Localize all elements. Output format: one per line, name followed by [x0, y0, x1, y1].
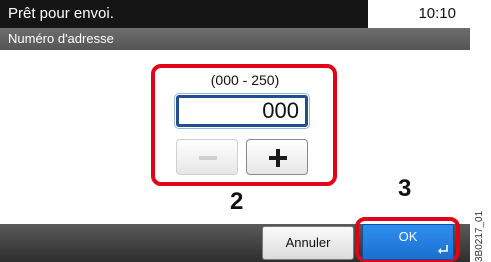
- ok-button[interactable]: OK: [362, 224, 454, 260]
- status-time: 10:10: [368, 0, 470, 28]
- panel-screen: Prêt pour envoi. 10:10 Numéro d'adresse …: [0, 0, 470, 262]
- increment-button[interactable]: [246, 139, 308, 175]
- enter-arrow-icon: [438, 245, 448, 254]
- decrement-button[interactable]: [176, 139, 238, 175]
- status-bar: Prêt pour envoi. 10:10: [0, 0, 470, 28]
- range-label: (000 - 250): [210, 72, 280, 88]
- cancel-button[interactable]: Annuler: [262, 226, 354, 260]
- figure-code: 3B0217_01: [474, 210, 485, 262]
- status-message: Prêt pour envoi.: [0, 0, 368, 28]
- minus-icon: [199, 156, 217, 160]
- content-area: (000 - 250) 000 2 3: [0, 50, 470, 225]
- ok-button-label: OK: [398, 229, 418, 244]
- address-number-input[interactable]: 000: [174, 93, 310, 129]
- step-number-3: 3: [398, 175, 412, 202]
- step-number-2: 2: [230, 188, 244, 215]
- screen-title: Numéro d'adresse: [0, 28, 470, 50]
